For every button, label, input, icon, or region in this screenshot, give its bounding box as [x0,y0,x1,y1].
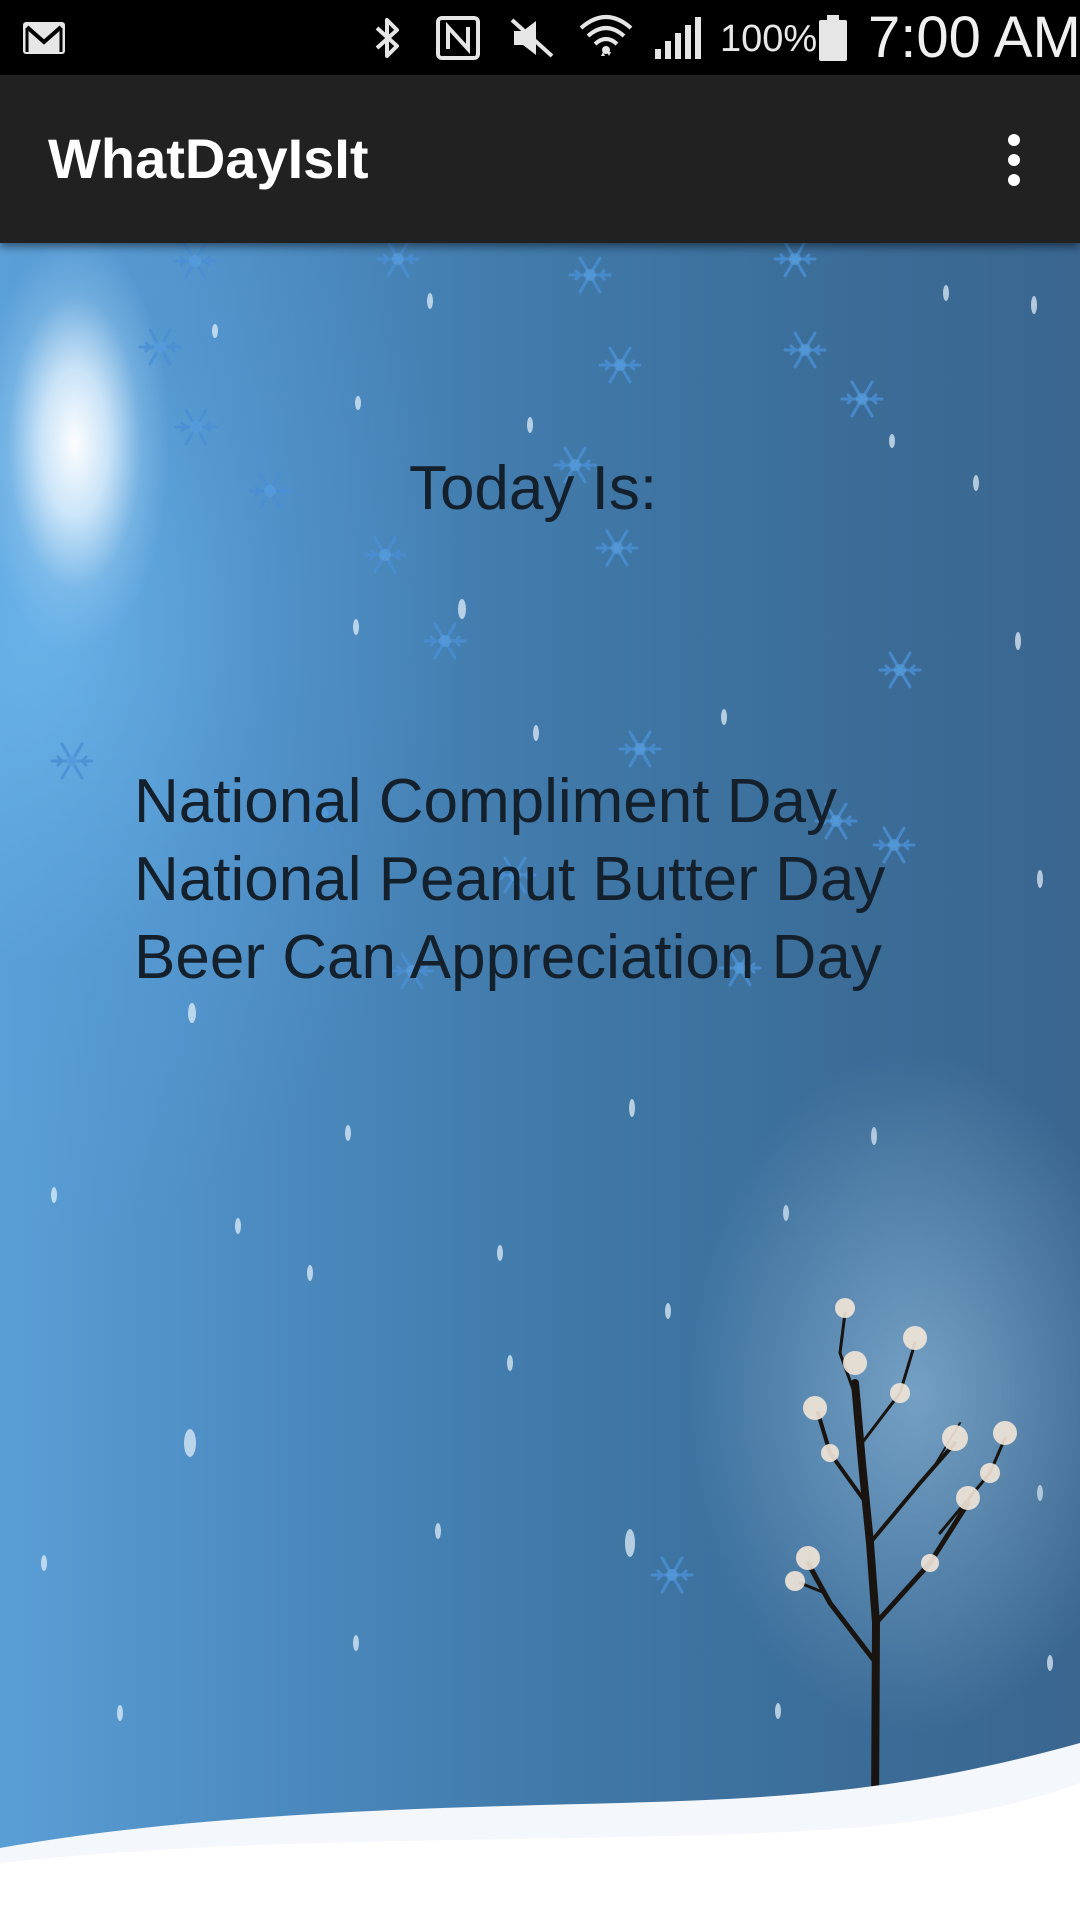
overflow-menu-button[interactable] [978,115,1050,205]
holiday-item: National Peanut Butter Day [134,845,886,914]
holiday-item: Beer Can Appreciation Day [134,923,882,992]
nfc-icon [434,10,482,66]
battery-percent: 100% [720,18,818,60]
bluetooth-icon [370,10,406,66]
app-screen: 100% 7:00 AM WhatDayIsIt Today Is: Natio… [0,0,1080,1920]
app-title: WhatDayIsIt [48,127,369,190]
more-vert-icon [1008,134,1020,186]
winter-background: Today Is: National Compliment Day Nation… [0,243,1080,1920]
gmail-icon [20,10,68,66]
battery-icon [816,10,850,66]
holiday-item: National Compliment Day [134,767,837,836]
today-heading: Today Is: [408,454,658,523]
signal-icon [652,10,706,66]
holiday-list: National Compliment Day National Peanut … [134,763,1034,997]
status-clock: 7:00 AM [868,5,1080,70]
mute-icon [506,10,558,66]
wifi-icon [576,10,636,66]
status-bar: 100% 7:00 AM [0,0,1080,75]
action-bar: WhatDayIsIt [0,75,1080,243]
